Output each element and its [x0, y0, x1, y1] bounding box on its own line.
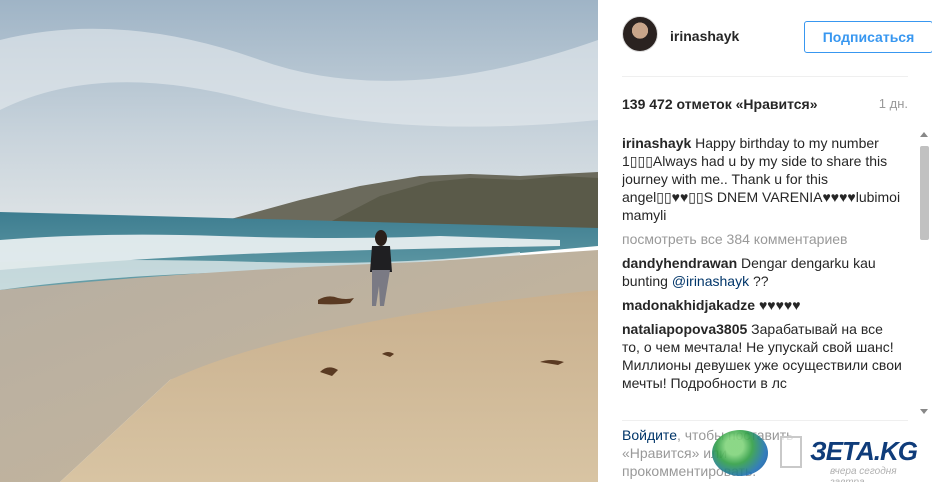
post-username[interactable]: irinashayk — [670, 28, 739, 44]
comment-text: ♥♥♥♥♥ — [758, 297, 801, 313]
login-link[interactable]: Войдите — [622, 427, 677, 443]
avatar[interactable] — [622, 16, 658, 52]
comments-list: irinashayk Happy birthday to my number 1… — [622, 134, 904, 416]
likes-count[interactable]: 139 472 отметок «Нравится» — [622, 96, 818, 112]
comment-item: madonakhidjakadze ♥♥♥♥♥ — [622, 296, 904, 314]
comment-item: dandyhendrawan Dengar dengarku kau bunti… — [622, 254, 904, 290]
watermark-subtitle: вчера сегодня завтра — [830, 466, 897, 482]
scrollbar-thumb[interactable] — [920, 146, 929, 240]
watermark-globe-icon — [712, 430, 768, 476]
view-all-comments-link[interactable]: посмотреть все 384 комментариев — [622, 230, 904, 248]
comment-mention[interactable]: @irinashayk — [672, 273, 749, 289]
scroll-down-arrow-icon[interactable] — [920, 409, 928, 414]
comment-item: nataliapopova3805 Зарабатывай на все то,… — [622, 320, 904, 392]
comments-scrollbar[interactable] — [916, 128, 932, 420]
post-time[interactable]: 1 дн. — [879, 96, 908, 111]
caption-username[interactable]: irinashayk — [622, 135, 691, 151]
comment-username[interactable]: dandyhendrawan — [622, 255, 737, 271]
header-divider — [622, 76, 908, 77]
post-photo[interactable] — [0, 0, 598, 482]
watermark-title: ЗЕТА.KG — [810, 436, 918, 466]
beach-photo-image — [0, 0, 598, 482]
watermark-hourglass-icon — [780, 436, 802, 468]
site-watermark: ЗЕТА.KG вчера сегодня завтра — [712, 426, 932, 482]
comment-username[interactable]: madonakhidjakadze — [622, 297, 755, 313]
follow-button[interactable]: Подписаться — [804, 21, 932, 53]
footer-divider — [622, 420, 908, 421]
comment-text-after: ?? — [749, 273, 769, 289]
likes-row: 139 472 отметок «Нравится» 1 дн. — [622, 96, 908, 116]
comment-username[interactable]: nataliapopova3805 — [622, 321, 747, 337]
scroll-up-arrow-icon[interactable] — [920, 132, 928, 137]
post-header: irinashayk Подписаться — [622, 16, 932, 58]
caption: irinashayk Happy birthday to my number 1… — [622, 134, 904, 224]
